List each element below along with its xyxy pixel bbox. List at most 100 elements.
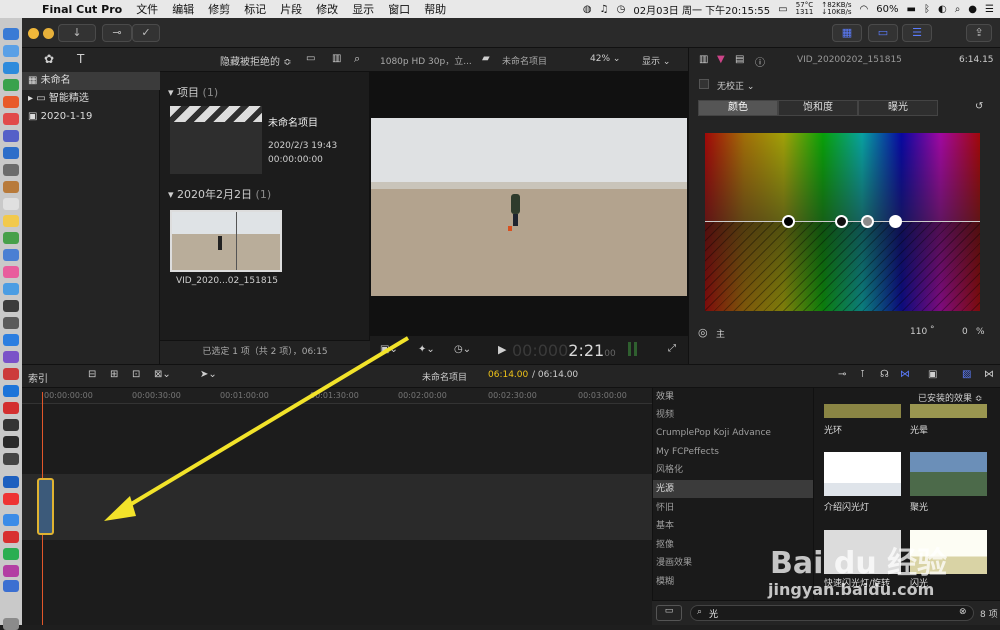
effects-search-field[interactable]: ⌕ 光 ⊗ [690,605,974,621]
menu-modify[interactable]: 修改 [316,1,338,17]
app-icon[interactable] [3,300,19,312]
app-icon[interactable] [3,565,19,577]
app-icon[interactable] [3,181,19,193]
insert-icon[interactable]: ⊞ [110,369,118,380]
app-icon[interactable] [3,351,19,363]
menu-trim[interactable]: 修剪 [208,1,230,17]
notification-icon[interactable]: ☰ [985,4,994,15]
view-options-icon[interactable]: ▣⌄ [380,344,398,355]
app-icon[interactable] [3,514,19,526]
app-icon[interactable] [3,249,19,261]
inspector-layout-icon[interactable]: ☰ [902,24,932,42]
menu-edit[interactable]: 编辑 [172,1,194,17]
timeline-layout-icon[interactable]: ▭ [868,24,898,42]
index-button[interactable]: 索引 [28,370,48,385]
select-tool-icon[interactable]: ➤⌄ [200,369,217,380]
overwrite-icon[interactable]: ⊠⌄ [154,369,171,380]
effects-browser-icon[interactable]: ▨ [962,369,971,380]
clear-search-icon[interactable]: ⊗ [959,607,967,617]
calendar-icon[interactable] [3,198,19,210]
skimming-icon[interactable]: ⊺ [860,369,865,380]
app-icon[interactable] [3,580,19,592]
effect-thumb[interactable] [910,404,987,418]
effect-thumb[interactable] [824,452,901,496]
browser-layout-icon[interactable]: ▦ [832,24,862,42]
effects-category[interactable]: CrumplePop Koji Advance [653,424,814,442]
hide-rejected-menu[interactable]: 隐藏被拒绝的 ≎ [220,53,292,68]
music-icon[interactable]: ♫ [600,4,609,15]
effects-icon[interactable]: ▤ [735,54,744,65]
app-icon[interactable] [3,436,19,448]
color-board[interactable] [705,133,980,311]
app-icon[interactable] [3,385,19,397]
library-item-smart-collections[interactable]: ▸ ▭ 智能精选 [22,90,160,108]
highlights-puck[interactable] [889,215,902,228]
effects-category[interactable]: My FCPeffects [653,443,814,461]
clip-thumbnail[interactable] [170,210,282,272]
correction-menu[interactable]: 无校正 ⌄ [717,79,754,92]
snapping-icon[interactable]: ⋈ [900,369,910,380]
percent-value[interactable]: 0 [962,327,968,337]
installed-effects-menu[interactable]: 已安装的效果 ≎ [918,391,982,404]
effects-category[interactable]: 怀旧 [653,499,814,517]
project-name[interactable]: 未命名项目 [268,114,318,129]
app-icon[interactable] [3,147,19,159]
hue-value[interactable]: 110 [910,327,927,337]
timeline-clip[interactable] [37,478,54,535]
format-label[interactable]: 1080p HD 30p，立... [380,54,472,67]
enhance-icon[interactable]: ✦⌄ [418,344,435,355]
effects-category-selected[interactable]: 光源 [653,480,814,498]
section-projects[interactable]: ▾ 项目 (1) [168,84,218,100]
photos-audio-icon[interactable]: ✿ [44,52,54,66]
app-menu[interactable]: Final Cut Pro [42,3,122,16]
info-icon[interactable]: ⓘ [755,54,765,69]
wifi-icon[interactable]: ◠ [860,4,869,15]
chrome-icon[interactable] [3,96,19,108]
app-icon[interactable] [3,402,19,414]
effects-category[interactable]: 风格化 [653,461,814,479]
app-icon[interactable] [3,283,19,295]
app-icon[interactable] [3,453,19,465]
reset-icon[interactable]: ↺ [975,101,983,112]
timecode-display[interactable]: 00:0002:2100 [512,341,616,360]
menu-view[interactable]: 显示 [352,1,374,17]
tab-color[interactable]: 颜色 [698,100,778,116]
clock-status-icon[interactable]: ◷ [617,4,626,15]
audio-skimming-icon[interactable]: ⊸ [838,369,846,380]
midtones-puck[interactable] [861,215,874,228]
menu-file[interactable]: 文件 [136,1,158,17]
battery-text[interactable]: 60% [876,4,898,15]
finder-icon[interactable] [3,28,19,40]
globe-icon[interactable]: ◍ [583,4,592,15]
yandex-icon[interactable] [3,493,19,505]
master-circle-icon[interactable]: ◎ [698,326,708,339]
project-thumbnail[interactable] [170,106,262,174]
headphones-icon[interactable]: ☊ [880,369,889,380]
effects-category[interactable]: 视频 [653,406,814,424]
keywords-icon[interactable]: ⊸ [102,24,132,42]
menu-help[interactable]: 帮助 [424,1,446,17]
library-item-untitled[interactable]: ▦ 未命名 [22,72,160,90]
tab-exposure[interactable]: 曝光 [858,100,938,116]
bluetooth-icon[interactable]: ᛒ [924,4,930,15]
app-icon[interactable] [3,368,19,380]
safari-icon[interactable] [3,62,19,74]
speed-icon[interactable]: ◷⌄ [454,344,471,355]
filmstrip-icon[interactable]: ▥ [332,53,341,64]
control-icon[interactable]: ◐ [938,4,947,15]
import-icon[interactable]: ↓ [58,24,96,42]
search-icon[interactable]: ⌕ [354,52,360,66]
share-icon[interactable]: ⇪ [966,24,992,42]
background-tasks-icon[interactable]: ✓ [132,24,160,42]
viewer[interactable] [370,72,688,336]
menu-window[interactable]: 窗口 [388,1,410,17]
section-event-date[interactable]: ▾ 2020年2月2日 (1) [168,186,271,202]
vpn-icon[interactable] [3,476,19,488]
tab-saturation[interactable]: 饱和度 [778,100,858,116]
effect-thumb[interactable] [824,404,901,418]
menu-clip[interactable]: 片段 [280,1,302,17]
library-item-event[interactable]: ▣ 2020-1-19 [22,108,160,126]
zoom-menu[interactable]: 42% ⌄ [590,54,620,64]
app-icon[interactable] [3,334,19,346]
app-icon[interactable] [3,164,19,176]
